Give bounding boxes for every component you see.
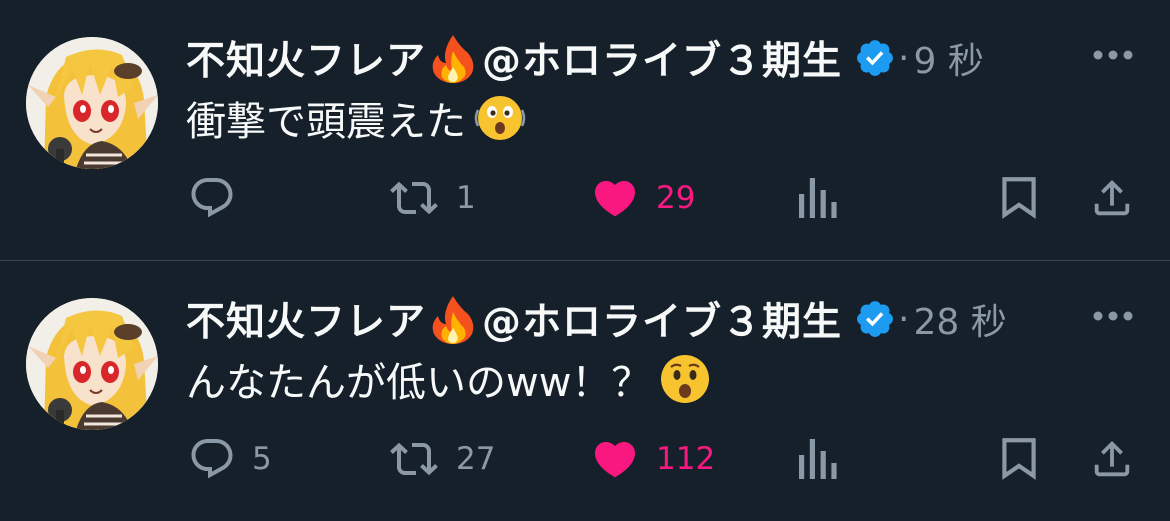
reply-button[interactable] <box>188 170 252 226</box>
bookmark-icon <box>1002 438 1036 480</box>
tweet-text-content: 衝撃で頭震えた <box>186 99 466 145</box>
tweet-item[interactable]: 不知火フレア @ホロライブ３期生 · 9 秒 衝撃で頭震えた 1 29 <box>0 0 1170 261</box>
retweet-button[interactable]: 1 <box>388 170 476 226</box>
more-options-icon[interactable] <box>1091 309 1135 323</box>
views-button[interactable] <box>795 431 839 487</box>
bookmark-button[interactable] <box>998 431 1040 487</box>
separator-dot: · <box>898 37 910 79</box>
heart-icon <box>594 181 636 217</box>
tweet-time[interactable]: 28 秒 <box>913 293 1006 345</box>
like-button[interactable]: 112 <box>590 431 715 487</box>
tweet-text-content: んなたんが低いのww！？ <box>186 360 652 406</box>
retweet-icon <box>390 442 438 476</box>
like-count: 112 <box>656 441 716 477</box>
tweet-actions: 5 27 112 <box>0 431 1170 487</box>
reply-icon <box>191 178 233 218</box>
bookmark-icon <box>1002 177 1036 219</box>
tweet-text: 衝撃で頭震えた <box>186 88 528 148</box>
share-button[interactable] <box>1089 170 1135 226</box>
avatar[interactable] <box>26 37 158 169</box>
hushed-face-emoji <box>657 351 713 407</box>
analytics-icon <box>799 178 837 218</box>
share-button[interactable] <box>1089 431 1135 487</box>
shaking-face-emoji <box>472 90 528 146</box>
reply-count: 5 <box>252 441 272 477</box>
author-name[interactable]: 不知火フレア <box>186 30 426 86</box>
tweet-header: 不知火フレア @ホロライブ３期生 · 28 秒 <box>186 291 1007 347</box>
views-button[interactable] <box>795 170 839 226</box>
heart-icon <box>594 442 636 478</box>
tweet-text: んなたんが低いのww！？ <box>186 349 713 409</box>
tweet-item[interactable]: 不知火フレア @ホロライブ３期生 · 28 秒 んなたんが低いのww！？ 5 2… <box>0 261 1170 521</box>
like-count: 29 <box>656 180 696 216</box>
verified-badge-icon <box>857 301 893 337</box>
verified-badge-icon <box>857 40 893 76</box>
separator-dot: · <box>898 298 910 340</box>
more-options-icon[interactable] <box>1091 48 1135 62</box>
like-button[interactable]: 29 <box>590 170 695 226</box>
tweet-time[interactable]: 9 秒 <box>913 32 983 84</box>
retweet-count: 27 <box>456 441 496 477</box>
fire-icon <box>430 294 476 344</box>
reply-button[interactable]: 5 <box>188 431 272 487</box>
avatar[interactable] <box>26 298 158 430</box>
tweet-header: 不知火フレア @ホロライブ３期生 · 9 秒 <box>186 30 984 86</box>
bookmark-button[interactable] <box>998 170 1040 226</box>
share-icon <box>1094 179 1130 216</box>
analytics-icon <box>799 439 837 479</box>
share-icon <box>1094 440 1130 477</box>
retweet-count: 1 <box>456 180 476 216</box>
fire-icon <box>430 33 476 83</box>
author-handle[interactable]: @ホロライブ３期生 <box>482 291 842 347</box>
tweet-actions: 1 29 <box>0 170 1170 226</box>
author-name[interactable]: 不知火フレア <box>186 291 426 347</box>
author-handle[interactable]: @ホロライブ３期生 <box>482 30 842 86</box>
retweet-icon <box>390 181 438 215</box>
reply-icon <box>191 439 233 479</box>
retweet-button[interactable]: 27 <box>388 431 495 487</box>
